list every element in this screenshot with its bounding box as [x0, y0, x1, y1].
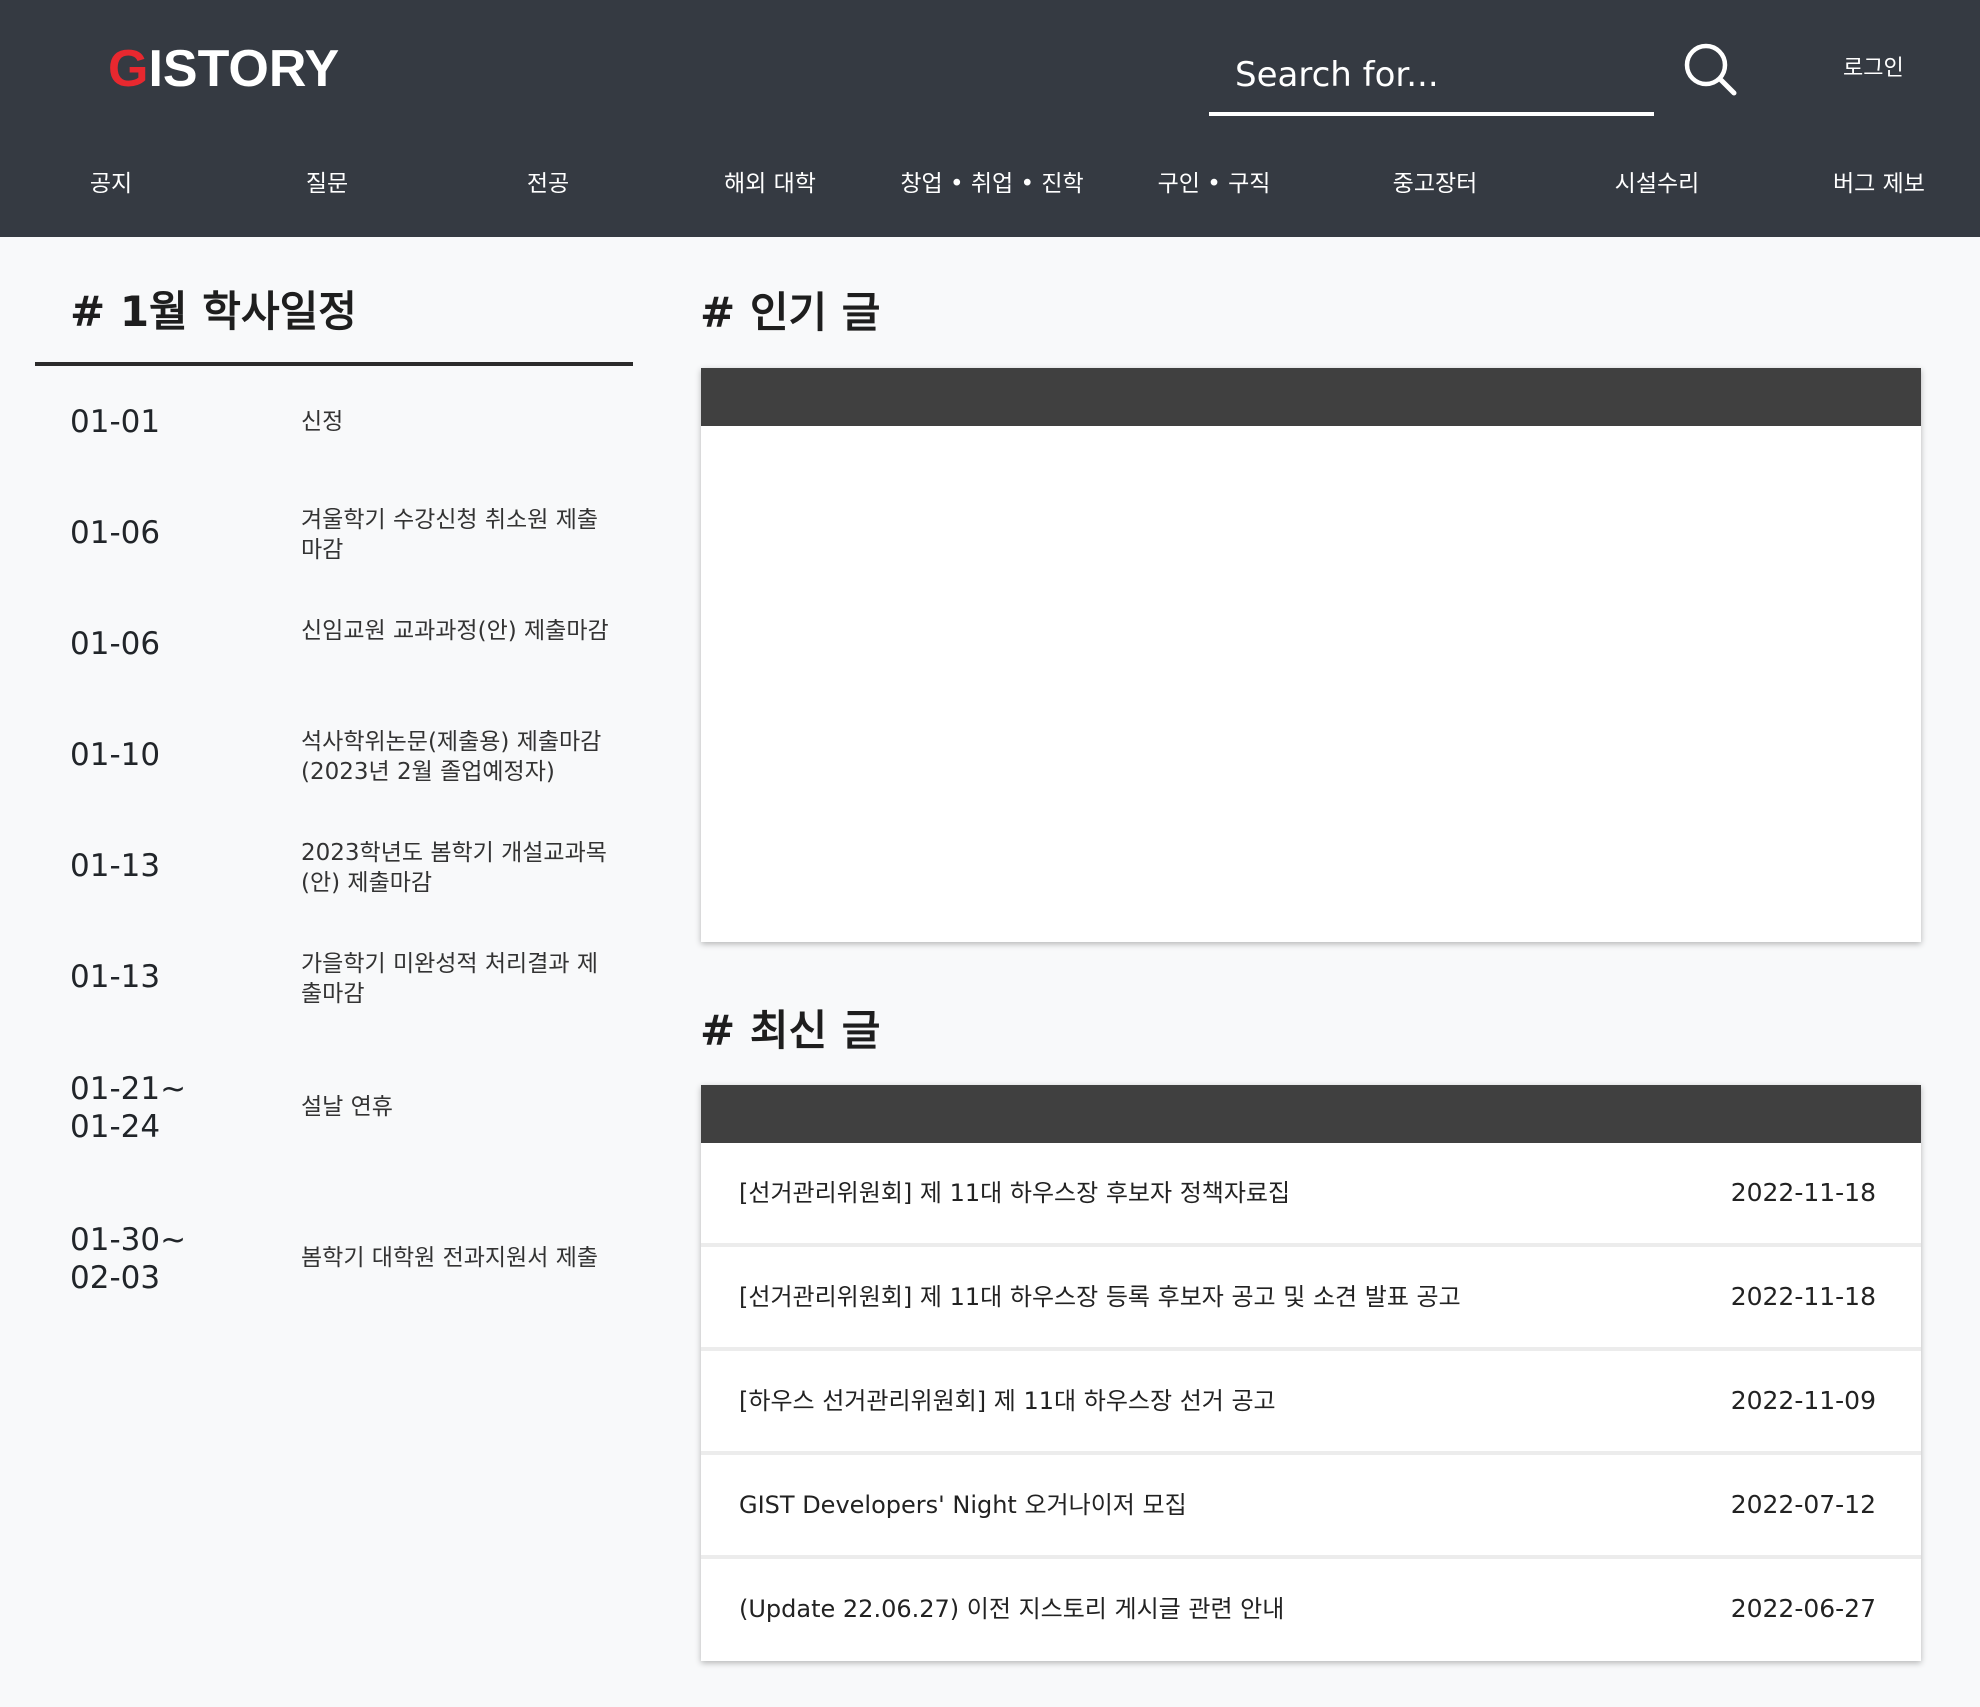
popular-posts-board: [701, 368, 1921, 942]
nav-item-notice[interactable]: 공지: [0, 160, 222, 208]
post-title[interactable]: GIST Developers' Night 오거나이저 모집: [739, 1455, 1699, 1555]
post-title[interactable]: [선거관리위원회] 제 11대 하우스장 후보자 정책자료집: [739, 1143, 1699, 1243]
search-bar: [1209, 38, 1654, 116]
nav-item-jobs[interactable]: 구인 • 구직: [1103, 160, 1325, 208]
schedule-desc: 신정: [301, 409, 344, 435]
schedule-desc: 신임교원 교과과정(안) 제출마감: [301, 618, 609, 644]
search-icon: [1684, 43, 1737, 96]
post-title[interactable]: (Update 22.06.27) 이전 지스토리 게시글 관련 안내: [739, 1559, 1699, 1659]
nav-item-market[interactable]: 중고장터: [1324, 160, 1546, 208]
logo-text: ISTORY: [148, 40, 340, 98]
schedule-date: 01-06: [70, 626, 161, 662]
schedule-date: 01-13: [70, 848, 161, 884]
popular-posts-title: # 인기 글: [700, 288, 881, 337]
main-nav: 공지 질문 전공 해외 대학 창업 • 취업 • 진학 구인 • 구직 중고장터…: [0, 160, 1980, 208]
search-input[interactable]: [1209, 38, 1654, 112]
post-title[interactable]: [선거관리위원회] 제 11대 하우스장 등록 후보자 공고 및 소견 발표 공…: [739, 1247, 1699, 1347]
login-link[interactable]: 로그인: [1843, 52, 1913, 86]
nav-item-bug-report[interactable]: 버그 제보: [1768, 160, 1980, 208]
post-row[interactable]: [선거관리위원회] 제 11대 하우스장 후보자 정책자료집 2022-11-1…: [701, 1143, 1921, 1247]
post-row[interactable]: [선거관리위원회] 제 11대 하우스장 등록 후보자 공고 및 소견 발표 공…: [701, 1247, 1921, 1351]
nav-item-overseas-univ[interactable]: 해외 대학: [659, 160, 881, 208]
post-date: 2022-11-09: [1730, 1386, 1876, 1415]
schedule-divider: [35, 362, 633, 366]
schedule-date: 01-30~ 02-03: [70, 1222, 187, 1296]
top-header: GISTORY 로그인 공지 질문 전공 해외 대학 창업 • 취업 • 진학 …: [0, 0, 1980, 237]
nav-item-question[interactable]: 질문: [216, 160, 438, 208]
schedule-date: 01-06: [70, 515, 161, 551]
logo-accent-letter: G: [108, 40, 149, 98]
schedule-title: # 1월 학사일정: [70, 287, 357, 336]
schedule-date: 01-21~ 01-24: [70, 1071, 187, 1145]
nav-item-career[interactable]: 창업 • 취업 • 진학: [881, 160, 1103, 208]
post-date: 2022-06-27: [1730, 1594, 1876, 1623]
post-row[interactable]: [하우스 선거관리위원회] 제 11대 하우스장 선거 공고 2022-11-0…: [701, 1351, 1921, 1455]
recent-posts-title: # 최신 글: [700, 1006, 881, 1055]
schedule-desc: 겨울학기 수강신청 취소원 제출마감: [301, 507, 599, 563]
site-logo[interactable]: GISTORY: [108, 38, 339, 100]
search-button[interactable]: [1683, 42, 1737, 96]
popular-board-header: [701, 368, 1921, 426]
recent-posts-board: [선거관리위원회] 제 11대 하우스장 후보자 정책자료집 2022-11-1…: [701, 1085, 1921, 1661]
schedule-date: 01-13: [70, 959, 161, 995]
recent-board-header: [701, 1085, 1921, 1143]
post-title[interactable]: [하우스 선거관리위원회] 제 11대 하우스장 선거 공고: [739, 1351, 1699, 1451]
schedule-desc: 봄학기 대학원 전과지원서 제출: [301, 1245, 599, 1271]
post-date: 2022-07-12: [1730, 1490, 1876, 1519]
nav-item-major[interactable]: 전공: [437, 160, 659, 208]
nav-item-repair[interactable]: 시설수리: [1546, 160, 1768, 208]
post-row[interactable]: (Update 22.06.27) 이전 지스토리 게시글 관련 안내 2022…: [701, 1559, 1921, 1663]
post-date: 2022-11-18: [1730, 1178, 1876, 1207]
schedule-date: 01-01: [70, 404, 161, 440]
post-date: 2022-11-18: [1730, 1282, 1876, 1311]
schedule-desc: 2023학년도 봄학기 개설교과목(안) 제출마감: [301, 840, 607, 896]
schedule-desc: 가을학기 미완성적 처리결과 제출마감: [301, 951, 599, 1007]
schedule-desc: 석사학위논문(제출용) 제출마감 (2023년 2월 졸업예정자): [301, 729, 602, 785]
schedule-desc: 설날 연휴: [301, 1094, 393, 1120]
post-row[interactable]: GIST Developers' Night 오거나이저 모집 2022-07-…: [701, 1455, 1921, 1559]
schedule-date: 01-10: [70, 737, 161, 773]
